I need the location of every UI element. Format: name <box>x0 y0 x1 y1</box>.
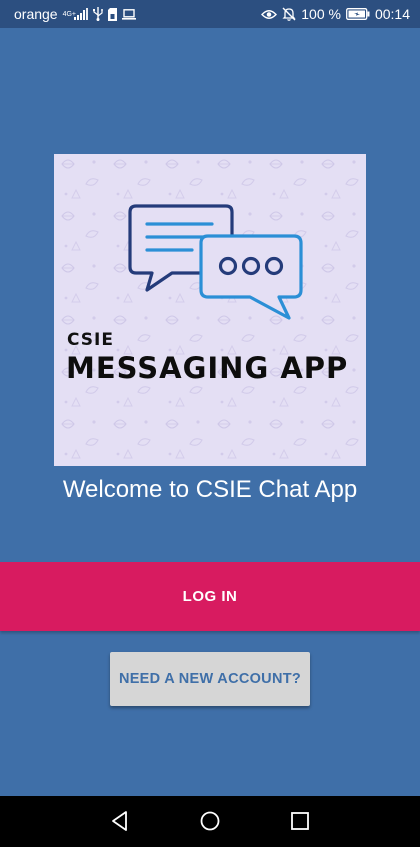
laptop-icon <box>122 8 137 20</box>
status-bar: orange 4G+ 100 % 00:14 <box>0 0 420 28</box>
eye-icon <box>261 9 278 20</box>
sim-icon <box>108 7 118 21</box>
usb-icon <box>93 7 104 21</box>
carrier-name: orange <box>14 6 58 22</box>
chat-bubbles-icon <box>128 204 303 320</box>
clock: 00:14 <box>374 6 410 22</box>
navigation-bar <box>0 796 420 847</box>
bell-off-icon <box>282 7 296 21</box>
app-logo: CSIE MESSAGING APP <box>54 154 366 466</box>
status-right: 100 % 00:14 <box>261 6 410 22</box>
main-screen: CSIE MESSAGING APP Welcome to CSIE Chat … <box>0 28 420 796</box>
back-icon[interactable] <box>108 809 132 833</box>
home-icon[interactable] <box>198 809 222 833</box>
logo-small-text: CSIE <box>67 330 114 350</box>
battery-icon <box>346 8 370 20</box>
battery-percent: 100 % <box>301 6 341 22</box>
signal-icon: 4G+ <box>63 8 89 20</box>
logo-title: MESSAGING APP <box>66 351 349 385</box>
welcome-text: Welcome to CSIE Chat App <box>62 476 358 503</box>
recents-icon[interactable] <box>288 809 312 833</box>
new-account-button[interactable]: NEED A NEW ACCOUNT? <box>110 652 310 706</box>
login-button[interactable]: LOG IN <box>0 562 420 631</box>
status-left: orange 4G+ <box>14 6 137 22</box>
